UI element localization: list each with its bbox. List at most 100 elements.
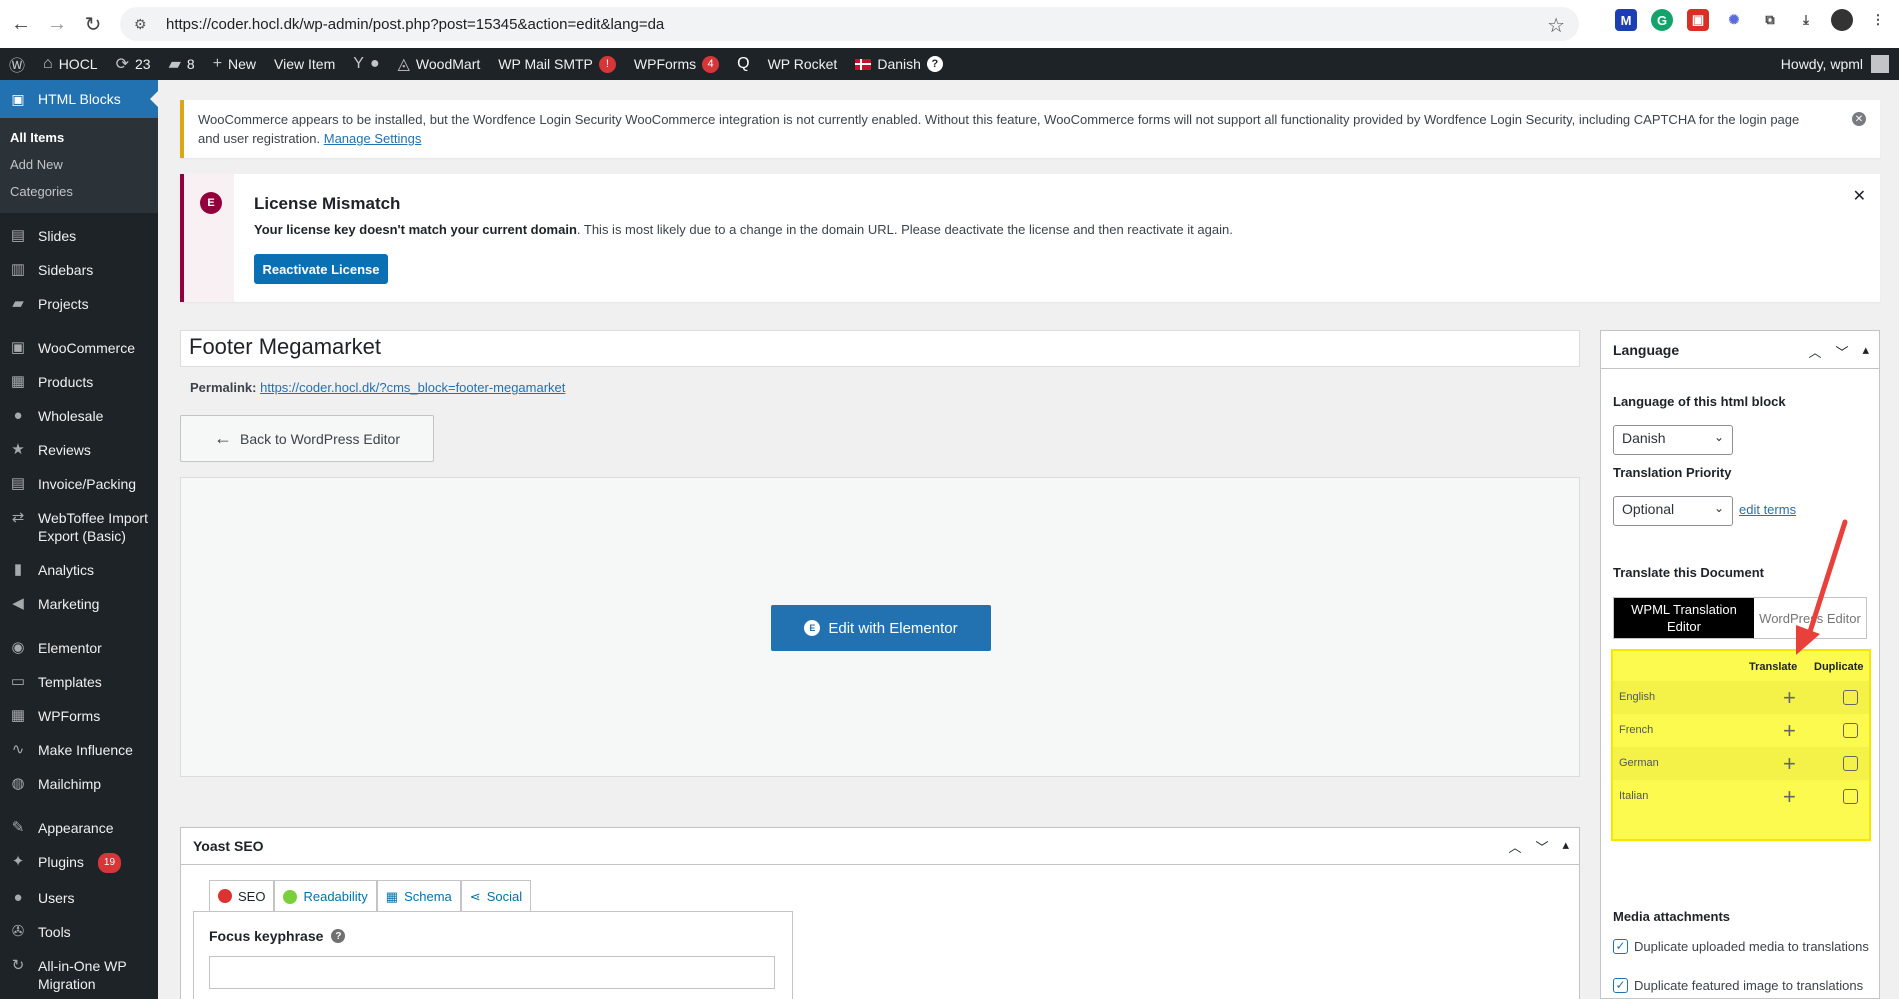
close-icon[interactable]: ✕ <box>1853 186 1866 206</box>
add-translation-icon[interactable]: + <box>1783 718 1796 744</box>
wp-rocket-menu[interactable]: WP Rocket <box>759 48 847 80</box>
back-icon[interactable]: ← <box>6 9 36 39</box>
checkbox-checked[interactable]: ✓ <box>1613 978 1628 993</box>
updates[interactable]: ⟳ 23 <box>107 48 160 80</box>
back-to-wordpress-editor-button[interactable]: ← Back to WordPress Editor <box>180 415 434 462</box>
sidebar-item-label: Reviews <box>38 442 91 458</box>
submenu-add-new[interactable]: Add New <box>0 151 158 178</box>
reactivate-license-button[interactable]: Reactivate License <box>254 254 388 284</box>
tab-social[interactable]: ⋖ Social <box>460 880 532 912</box>
sidebar-item-plugins[interactable]: ✦ Plugins 19 <box>0 845 158 881</box>
sidebar-item-templates[interactable]: ▭ Templates <box>0 665 158 699</box>
sidebar-item-label: Projects <box>38 296 89 312</box>
edit-terms-link[interactable]: edit terms <box>1739 502 1796 517</box>
language-select[interactable]: Danish ⌄ <box>1613 425 1733 455</box>
media-attachments-label: Media attachments <box>1613 909 1731 924</box>
extension-gear-icon[interactable]: ✺ <box>1723 9 1745 31</box>
sidebar-item-tools[interactable]: ✇ Tools <box>0 915 158 949</box>
malwarebytes-icon[interactable]: M <box>1615 9 1637 31</box>
sidebar-item-woocommerce[interactable]: ▣ WooCommerce <box>0 331 158 365</box>
updates-count: 23 <box>135 56 151 72</box>
wp-logo[interactable]: Ⓦ <box>0 48 34 80</box>
tab-seo[interactable]: SEO <box>209 880 275 912</box>
wpml-translation-editor-option[interactable]: WPML Translation Editor <box>1614 598 1754 638</box>
my-account[interactable]: Howdy, wpml <box>1781 48 1889 80</box>
sidebars-icon: ▥ <box>10 261 26 278</box>
new-content[interactable]: + New <box>204 48 265 80</box>
priority-select[interactable]: Optional ⌄ <box>1613 496 1733 526</box>
reload-icon[interactable]: ↻ <box>78 9 108 39</box>
sidebar-item-mailchimp[interactable]: ◍ Mailchimp <box>0 767 158 801</box>
sidebar-item-html-blocks[interactable]: ▣ HTML Blocks <box>0 80 158 118</box>
comments[interactable]: ▰ 8 <box>160 48 204 80</box>
sidebar-item-wpforms[interactable]: ▦ WPForms <box>0 699 158 733</box>
language-name: Italian <box>1619 790 1649 802</box>
submenu-all-items[interactable]: All Items <box>0 124 158 151</box>
wp-mail-smtp-menu[interactable]: WP Mail SMTP! <box>489 48 625 80</box>
extension-red-icon[interactable]: ▣ <box>1687 9 1709 31</box>
sidebar-item-analytics[interactable]: ▮ Analytics <box>0 553 158 587</box>
sidebar-item-make-influence[interactable]: ∿ Make Influence <box>0 733 158 767</box>
focus-keyphrase-input[interactable] <box>209 956 775 989</box>
yoast-menu[interactable]: Y ● <box>344 48 388 80</box>
move-up-icon[interactable]: ︿ <box>1808 342 1821 361</box>
grammarly-icon[interactable]: G <box>1651 9 1673 31</box>
wordpress-editor-option[interactable]: WordPress Editor <box>1754 598 1866 638</box>
sidebar-item-invoice-packing[interactable]: ▤ Invoice/Packing <box>0 467 158 501</box>
profile-avatar[interactable] <box>1831 9 1853 31</box>
duplicate-featured-option[interactable]: ✓ Duplicate featured image to translation… <box>1613 977 1873 995</box>
language-switcher[interactable]: Danish? <box>846 48 952 80</box>
forward-icon[interactable]: → <box>42 9 72 39</box>
view-item[interactable]: View Item <box>265 48 344 80</box>
toggle-panel-icon[interactable]: ▴ <box>1862 342 1869 361</box>
sidebar-item-slides[interactable]: ▤ Slides <box>0 219 158 253</box>
add-translation-icon[interactable]: + <box>1783 685 1796 711</box>
address-bar[interactable]: ⚙ https://coder.hocl.dk/wp-admin/post.ph… <box>120 7 1579 41</box>
sidebar-item-reviews[interactable]: ★ Reviews <box>0 433 158 467</box>
toggle-panel-icon[interactable]: ▴ <box>1562 837 1569 856</box>
duplicate-checkbox[interactable] <box>1843 756 1858 771</box>
tab-schema[interactable]: ▦ Schema <box>376 880 461 912</box>
duplicate-checkbox[interactable] <box>1843 690 1858 705</box>
sidebar-item-sidebars[interactable]: ▥ Sidebars <box>0 253 158 287</box>
woodmart-menu[interactable]: ◬ WoodMart <box>389 48 490 80</box>
duplicate-checkbox[interactable] <box>1843 723 1858 738</box>
wp-rocket-label: WP Rocket <box>767 56 838 72</box>
tab-readability[interactable]: Readability <box>274 880 377 912</box>
sidebar-item-users[interactable]: ● Users <box>0 881 158 915</box>
add-translation-icon[interactable]: + <box>1783 784 1796 810</box>
sidebar-item-elementor[interactable]: ◉ Elementor <box>0 631 158 665</box>
sidebar-item-all-in-one-wp-migration[interactable]: ↻ All-in-One WP Migration <box>0 949 158 999</box>
edit-with-elementor-button[interactable]: E Edit with Elementor <box>771 605 991 651</box>
sidebar-item-products[interactable]: ▦ Products <box>0 365 158 399</box>
sidebar-item-marketing[interactable]: ◀ Marketing <box>0 587 158 621</box>
move-down-icon[interactable]: ﹀ <box>1835 342 1848 361</box>
add-translation-icon[interactable]: + <box>1783 751 1796 777</box>
help-icon[interactable]: ? <box>331 929 346 943</box>
search-menu[interactable]: Q <box>728 48 758 80</box>
sidebar-item-appearance[interactable]: ✎ Appearance <box>0 811 158 845</box>
url-text[interactable]: https://coder.hocl.dk/wp-admin/post.php?… <box>166 16 664 33</box>
submenu-categories[interactable]: Categories <box>0 178 158 205</box>
extensions-puzzle-icon[interactable]: ⧉ <box>1759 9 1781 31</box>
sidebar-item-webtoffee-import-export-basic[interactable]: ⇄ WebToffee Import Export (Basic) <box>0 501 158 553</box>
sidebar-item-label: Wholesale <box>38 408 104 424</box>
manage-settings-link[interactable]: Manage Settings <box>324 131 422 146</box>
checkbox-checked[interactable]: ✓ <box>1613 939 1628 954</box>
sidebar-item-label: WebToffee Import Export (Basic) <box>38 510 148 544</box>
post-title-input[interactable]: Footer Megamarket <box>180 330 1580 367</box>
menu-dots-icon[interactable]: ⋮ <box>1867 9 1889 31</box>
bookmark-star-icon[interactable]: ☆ <box>1547 13 1565 38</box>
downloads-icon[interactable]: ⤓ <box>1795 9 1817 31</box>
duplicate-checkbox[interactable] <box>1843 789 1858 804</box>
duplicate-media-option[interactable]: ✓ Duplicate uploaded media to translation… <box>1613 938 1873 956</box>
move-up-icon[interactable]: ︿ <box>1508 837 1521 856</box>
sidebar-item-wholesale[interactable]: ● Wholesale <box>0 399 158 433</box>
site-info-icon[interactable]: ⚙ <box>134 16 152 33</box>
site-name[interactable]: ⌂ HOCL <box>34 48 107 80</box>
wpforms-menu[interactable]: WPForms 4 <box>625 48 728 80</box>
dismiss-notice-icon[interactable]: ✕ <box>1852 112 1866 126</box>
move-down-icon[interactable]: ﹀ <box>1535 837 1548 856</box>
sidebar-item-projects[interactable]: ▰ Projects <box>0 287 158 321</box>
permalink-link[interactable]: https://coder.hocl.dk/?cms_block=footer-… <box>260 380 565 395</box>
